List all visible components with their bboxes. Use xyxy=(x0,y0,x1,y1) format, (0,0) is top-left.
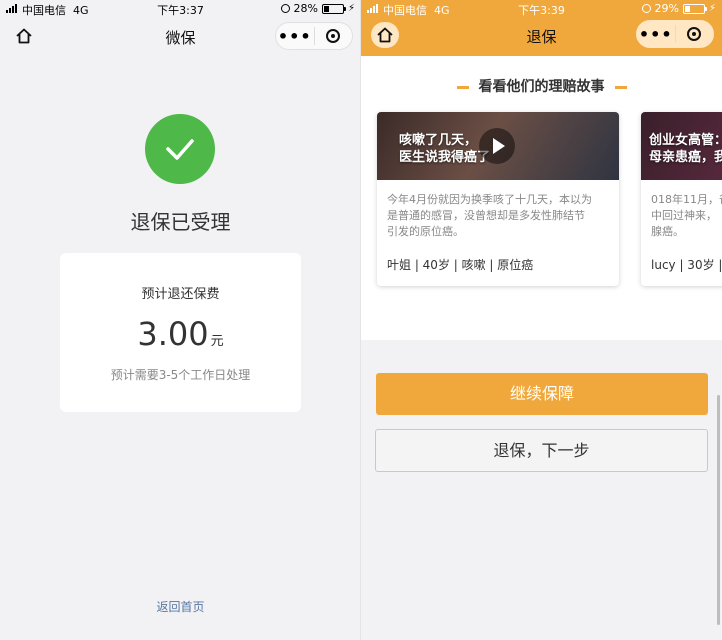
close-miniprogram-button[interactable] xyxy=(314,29,352,43)
refund-result-screen: 中国电信 4G 下午3:37 28% ⚡ 微保 ••• 退保已受理 预计退还保费… xyxy=(0,0,361,640)
screenshot-stage: 中国电信 4G 下午3:37 28% ⚡ 微保 ••• 退保已受理 预计退还保费… xyxy=(0,0,722,640)
thumbnail-title: 创业女高管： 母亲患癌，我 xyxy=(649,133,722,165)
refund-card: 预计退还保费 3.00 元 预计需要3-5个工作日处理 xyxy=(60,253,301,412)
battery-percent: 28% xyxy=(293,2,318,15)
more-icon: ••• xyxy=(638,24,673,44)
story-card[interactable]: 创业女高管： 母亲患癌，我 018年11月，爸 中回过神来， 腺癌。 lucy … xyxy=(641,112,722,286)
battery-level xyxy=(684,5,690,12)
refund-amount: 3.00 元 xyxy=(60,315,301,353)
story-tags: 叶姐 | 40岁 | 咳嗽 | 原位癌 xyxy=(387,258,534,272)
miniprogram-capsule: ••• xyxy=(636,20,714,48)
cancel-policy-screen: 中国电信 4G 下午3:39 29% ⚡ 退保 ••• 看看他们的理赔故事 咳嗽… xyxy=(361,0,722,640)
heading-dash-left xyxy=(456,85,469,89)
screen-divider xyxy=(360,0,361,640)
play-icon[interactable] xyxy=(479,128,515,164)
rotation-lock-icon xyxy=(280,4,290,13)
close-ring-icon xyxy=(687,27,702,41)
status-right: 29% ⚡ xyxy=(641,2,716,15)
more-button[interactable]: ••• xyxy=(276,27,314,46)
story-description: 今年4月份就因为换季咳了十几天，本以为 是普通的感冒，没曾想却是多发性肺结节 引… xyxy=(387,193,592,238)
story-card[interactable]: 咳嗽了几天， 医生说我得癌了 今年4月份就因为换季咳了十几天，本以为 是普通的感… xyxy=(377,112,619,286)
story-tags: lucy | 30岁 | xyxy=(651,258,722,272)
heading-dash-right xyxy=(614,85,627,89)
more-button[interactable]: ••• xyxy=(637,25,675,44)
close-miniprogram-button[interactable] xyxy=(675,27,713,41)
charging-icon: ⚡ xyxy=(347,3,355,14)
video-thumbnail[interactable]: 咳嗽了几天， 医生说我得癌了 xyxy=(377,112,619,180)
charging-icon: ⚡ xyxy=(708,3,716,14)
refund-label: 预计退还保费 xyxy=(141,287,220,302)
status-bar: 中国电信 4G 下午3:39 29% ⚡ xyxy=(361,0,722,18)
more-icon: ••• xyxy=(277,26,312,46)
continue-coverage-button[interactable]: 继续保障 xyxy=(376,373,708,415)
status-right: 28% ⚡ xyxy=(280,2,355,15)
miniprogram-capsule: ••• xyxy=(275,22,353,50)
battery-percent: 29% xyxy=(654,2,679,15)
checkmark-icon xyxy=(166,139,194,160)
refund-note: 预计需要3-5个工作日处理 xyxy=(110,368,251,382)
cancel-next-step-button[interactable]: 退保，下一步 xyxy=(375,429,708,472)
success-check-icon xyxy=(145,114,215,184)
stories-heading: 看看他们的理赔故事 xyxy=(361,76,722,96)
battery-icon xyxy=(321,3,346,14)
close-ring-icon xyxy=(326,29,341,43)
scrollbar[interactable] xyxy=(717,395,720,625)
back-home-link[interactable]: 返回首页 xyxy=(0,598,361,615)
video-thumbnail[interactable]: 创业女高管： 母亲患癌，我 xyxy=(641,112,722,180)
action-area: 继续保障 退保，下一步 xyxy=(361,340,722,640)
battery-level xyxy=(323,5,329,12)
story-description: 018年11月，爸 中回过神来， 腺癌。 xyxy=(651,193,722,238)
battery-icon xyxy=(682,3,707,14)
refund-amount-unit: 元 xyxy=(210,334,224,349)
result-title: 退保已受理 xyxy=(130,210,231,234)
top-bar: 中国电信 4G 下午3:39 29% ⚡ 退保 ••• xyxy=(361,0,722,56)
refund-amount-value: 3.00 xyxy=(137,315,209,353)
status-bar: 中国电信 4G 下午3:37 28% ⚡ xyxy=(0,0,361,18)
nav-bar: 微保 ••• xyxy=(0,18,361,54)
rotation-lock-icon xyxy=(641,4,651,13)
thumbnail-title: 咳嗽了几天， 医生说我得癌了 xyxy=(399,133,491,165)
claim-stories-section: 看看他们的理赔故事 咳嗽了几天， 医生说我得癌了 今年4月份就因为换季咳了十几天… xyxy=(361,56,722,340)
